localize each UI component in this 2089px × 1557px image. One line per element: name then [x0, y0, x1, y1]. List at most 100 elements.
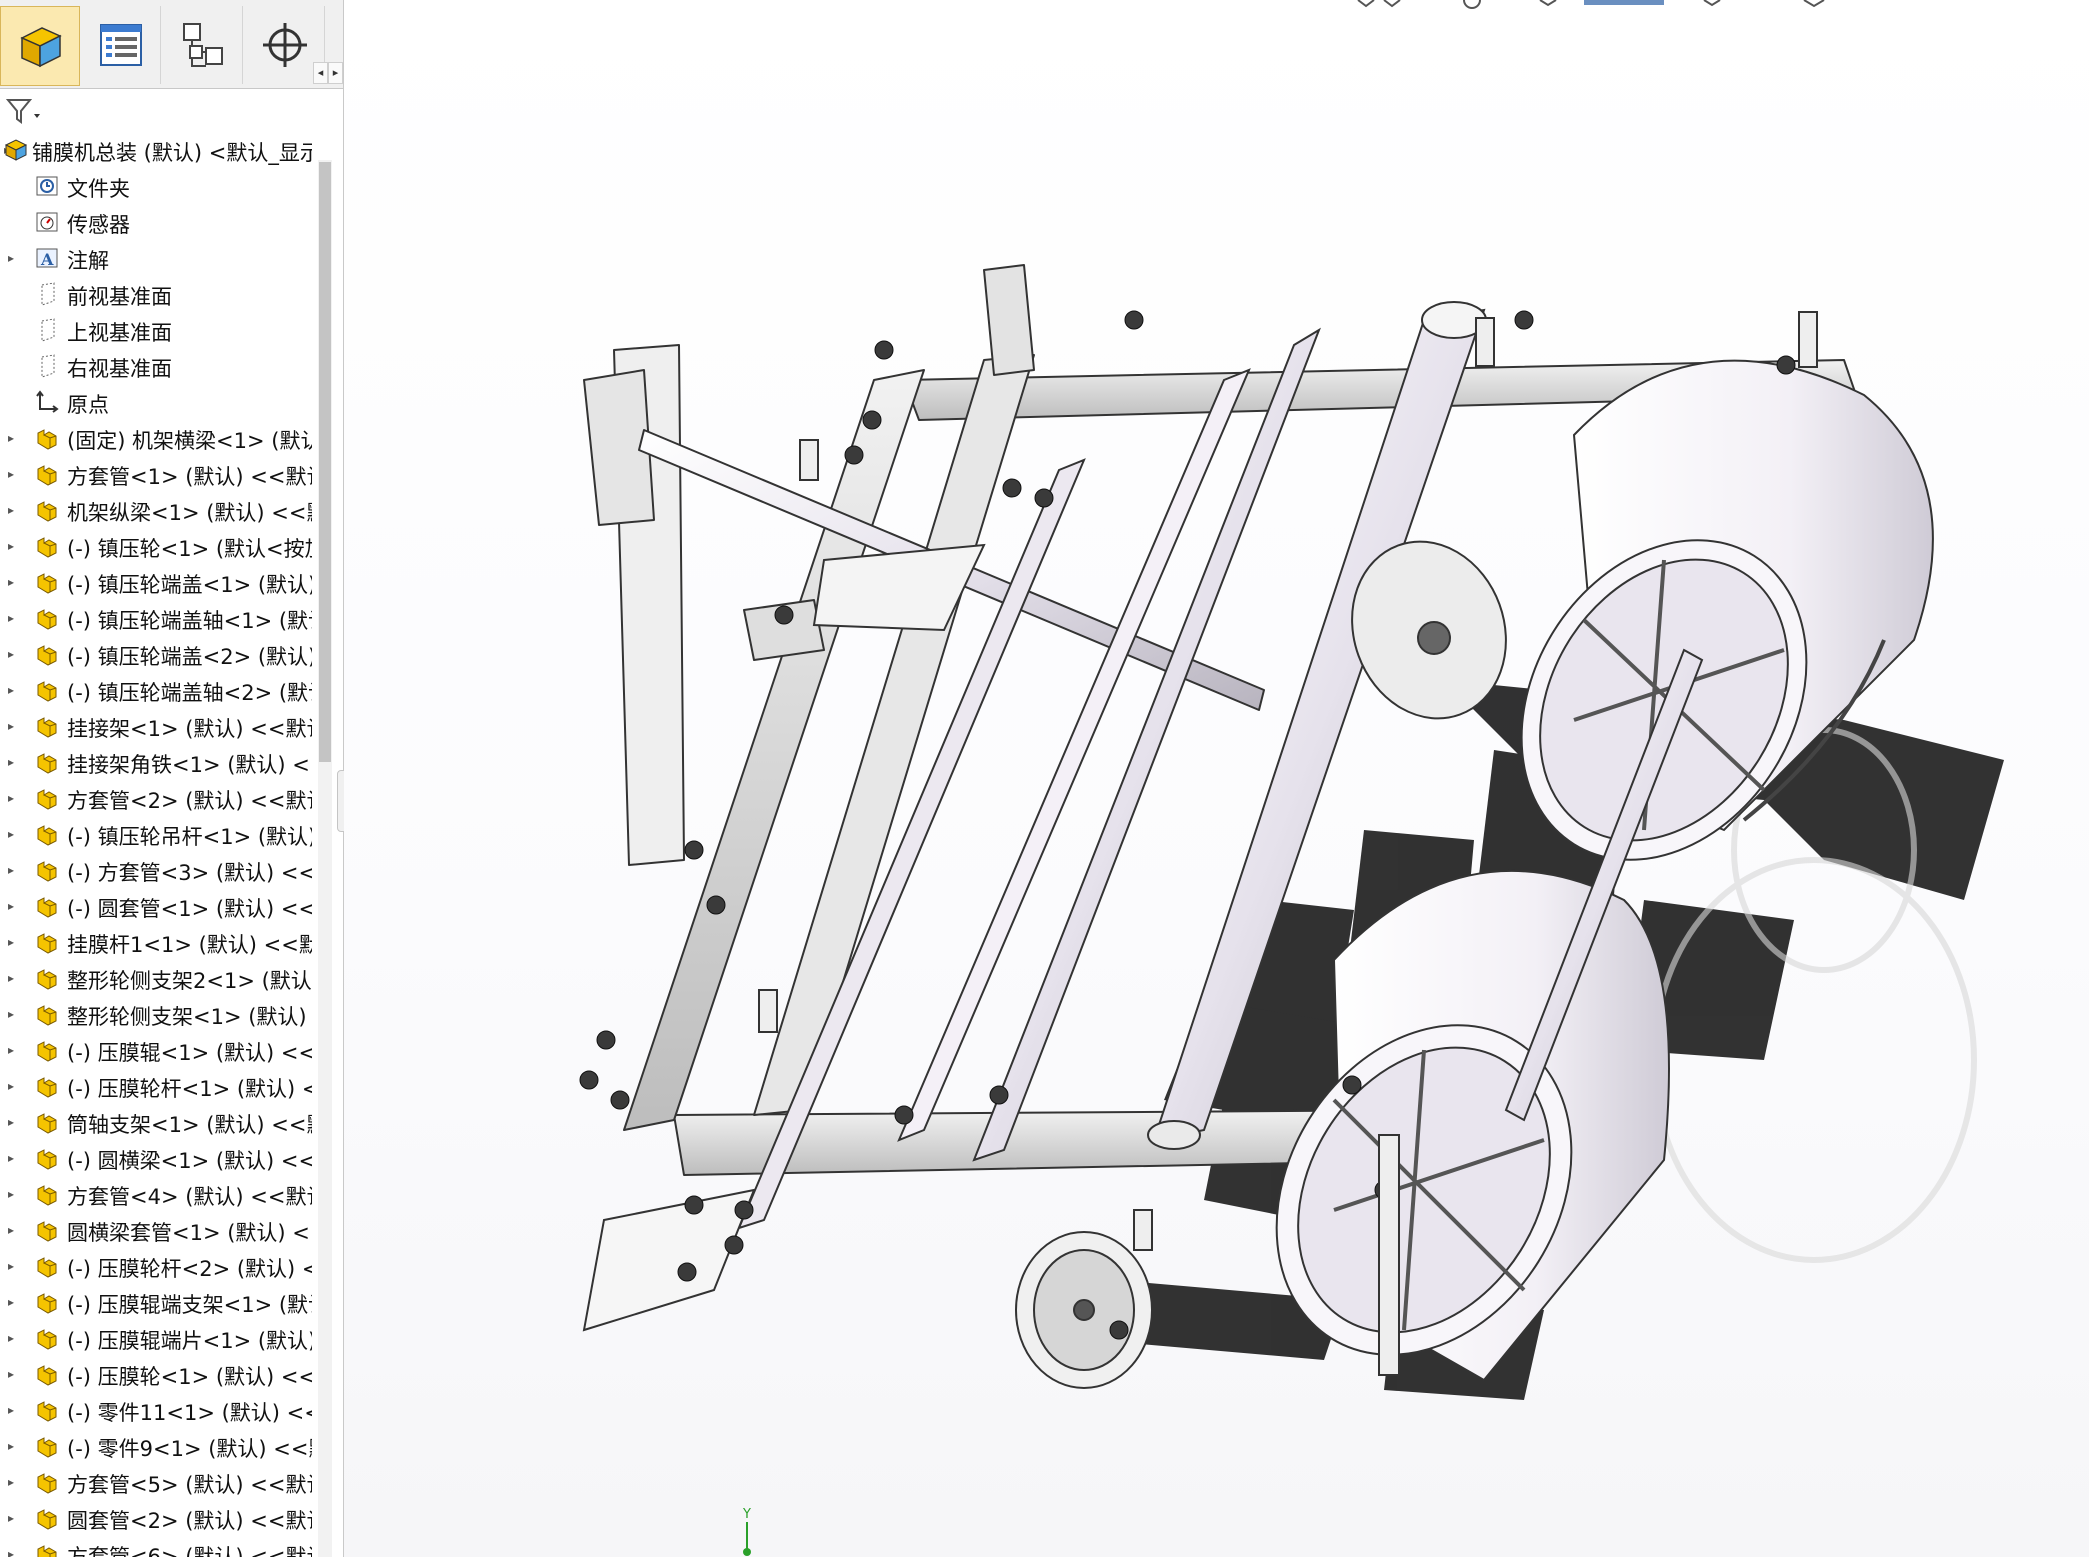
expand-arrow-icon[interactable]: ▸ — [4, 899, 18, 913]
part-icon — [33, 928, 61, 956]
expand-arrow-icon[interactable]: ▸ — [4, 1475, 18, 1489]
expand-arrow-icon[interactable]: ▸ — [4, 251, 18, 265]
expand-arrow-icon[interactable]: ▸ — [4, 719, 18, 733]
tree-item[interactable]: ▸ (-) 镇压轮<1> (默认<按加 — [0, 528, 316, 564]
tab-scroll-left-icon[interactable]: ◂ — [313, 62, 328, 84]
expand-arrow-icon[interactable]: ▸ — [4, 611, 18, 625]
tree-item-label: (-) 圆横梁<1> (默认) <<默 — [67, 1149, 312, 1173]
expand-arrow-icon[interactable]: ▸ — [4, 503, 18, 517]
tree-item[interactable]: ▸ (-) 压膜辊<1> (默认) <<默 — [0, 1032, 316, 1068]
tree-item[interactable]: ▸ (-) 圆套管<1> (默认) <<默 — [0, 888, 316, 924]
tree-item[interactable]: ▸ (-) 镇压轮端盖<1> (默认) — [0, 564, 316, 600]
tree-item-label: (-) 压膜辊端片<1> (默认) — [67, 1329, 312, 1353]
tree-item[interactable]: ▸ 挂接架<1> (默认) <<默认 — [0, 708, 316, 744]
tree-item[interactable]: ▸ (-) 压膜轮<1> (默认) <<默 — [0, 1356, 316, 1392]
tree-item[interactable]: ▸ 方套管<4> (默认) <<默认 — [0, 1176, 316, 1212]
tree-item[interactable]: ▸ (-) 压膜轮杆<2> (默认) < — [0, 1248, 316, 1284]
propertymanager-tab[interactable] — [82, 6, 161, 84]
filter-row — [0, 90, 343, 132]
expand-arrow-icon[interactable]: ▸ — [4, 1007, 18, 1021]
tree-item[interactable]: 文件夹 — [0, 168, 316, 204]
root-assembly-icon — [2, 136, 30, 164]
expand-arrow-icon[interactable]: ▸ — [4, 1115, 18, 1129]
tree-item[interactable]: ▸ 圆横梁套管<1> (默认) << — [0, 1212, 316, 1248]
expand-arrow-icon[interactable]: ▸ — [4, 1295, 18, 1309]
expand-arrow-icon[interactable]: ▸ — [4, 1331, 18, 1345]
tree-item[interactable]: 右视基准面 — [0, 348, 316, 384]
tree-root-assembly[interactable]: ▸铺膜机总装 (默认) <默认_显示 — [0, 132, 316, 168]
expand-arrow-icon[interactable]: ▸ — [4, 1043, 18, 1057]
tree-item[interactable]: ▸ (-) 压膜辊端片<1> (默认) — [0, 1320, 316, 1356]
tree-item[interactable]: ▸ (-) 镇压轮端盖<2> (默认) — [0, 636, 316, 672]
tree-item[interactable]: ▸ 方套管<5> (默认) <<默认 — [0, 1464, 316, 1500]
expand-arrow-icon[interactable]: ▸ — [4, 1223, 18, 1237]
tree-item[interactable]: ▸ 挂接架角铁<1> (默认) << — [0, 744, 316, 780]
tree-item[interactable]: ▸ 圆套管<2> (默认) <<默认 — [0, 1500, 316, 1536]
expand-arrow-icon[interactable]: ▸ — [4, 1367, 18, 1381]
expand-arrow-icon[interactable]: ▸ — [4, 1403, 18, 1417]
tree-item[interactable]: ▸ (-) 压膜轮杆<1> (默认) < — [0, 1068, 316, 1104]
part-icon — [33, 424, 61, 452]
tab-scroll-right-icon[interactable]: ▸ — [328, 62, 343, 84]
property-list-icon — [100, 24, 142, 66]
expand-arrow-icon[interactable]: ▸ — [4, 1439, 18, 1453]
featuremanager-tab[interactable] — [0, 6, 80, 86]
tree-item[interactable]: ▸ (固定) 机架横梁<1> (默认 — [0, 420, 316, 456]
expand-arrow-icon[interactable]: ▸ — [4, 935, 18, 949]
tree-scrollbar-thumb[interactable] — [319, 162, 331, 762]
expand-arrow-icon[interactable]: ▸ — [4, 1511, 18, 1525]
tree-item[interactable]: ▸ (-) 零件9<1> (默认) <<默 — [0, 1428, 316, 1464]
svg-text:A: A — [40, 250, 54, 269]
tree-item[interactable]: ▸ 机架纵梁<1> (默认) <<默 — [0, 492, 316, 528]
tree-item[interactable]: 传感器 — [0, 204, 316, 240]
tree-item-label: 铺膜机总装 (默认) <默认_显示 — [32, 141, 312, 165]
expand-arrow-icon[interactable]: ▸ — [4, 755, 18, 769]
tree-item-label: 机架纵梁<1> (默认) <<默 — [67, 501, 312, 525]
part-icon — [33, 1180, 61, 1208]
assembly-model-view[interactable] — [344, 0, 2089, 1557]
tree-item-label: 方套管<1> (默认) <<默认 — [67, 465, 312, 489]
tree-item-label: 方套管<4> (默认) <<默认 — [67, 1185, 312, 1209]
expand-arrow-icon[interactable]: ▸ — [4, 791, 18, 805]
tree-item[interactable]: ▸ (-) 圆横梁<1> (默认) <<默 — [0, 1140, 316, 1176]
expand-arrow-icon[interactable]: ▸ — [4, 863, 18, 877]
tree-item[interactable]: ▸ (-) 镇压轮端盖轴<2> (默认 — [0, 672, 316, 708]
part-icon — [33, 712, 61, 740]
tree-item[interactable]: ▸ (-) 方套管<3> (默认) <<默 — [0, 852, 316, 888]
tree-item[interactable]: ▸ 方套管<6> (默认) <<默认 — [0, 1536, 316, 1557]
tree-item[interactable]: ▸ (-) 镇压轮吊杆<1> (默认) — [0, 816, 316, 852]
expand-arrow-icon[interactable]: ▸ — [4, 1259, 18, 1273]
expand-arrow-icon[interactable]: ▸ — [4, 539, 18, 553]
graphics-area[interactable]: Y — [344, 0, 2089, 1557]
tree-item[interactable]: ▸ 方套管<2> (默认) <<默认 — [0, 780, 316, 816]
tree-item[interactable]: ▸ (-) 压膜辊端支架<1> (默认 — [0, 1284, 316, 1320]
expand-arrow-icon[interactable]: ▸ — [4, 971, 18, 985]
tree-item[interactable]: 原点 — [0, 384, 316, 420]
tree-item[interactable]: ▸ 整形轮侧支架<1> (默认) < — [0, 996, 316, 1032]
expand-arrow-icon[interactable]: ▸ — [4, 1187, 18, 1201]
part-icon — [33, 1396, 61, 1424]
tree-item[interactable]: ▸ 挂膜杆1<1> (默认) <<默认 — [0, 924, 316, 960]
tree-item[interactable]: 上视基准面 — [0, 312, 316, 348]
funnel-filter-icon[interactable] — [6, 96, 42, 126]
expand-arrow-icon[interactable]: ▸ — [4, 575, 18, 589]
expand-arrow-icon[interactable]: ▸ — [4, 1151, 18, 1165]
tree-item[interactable]: ▸ 筒轴支架<1> (默认) <<默 — [0, 1104, 316, 1140]
tree-item[interactable]: ▸ A 注解 — [0, 240, 316, 276]
coordinate-triad: Y — [742, 1507, 751, 1556]
expand-arrow-icon[interactable]: ▸ — [4, 647, 18, 661]
configurationmanager-tab[interactable] — [164, 6, 243, 84]
tree-item[interactable]: ▸ 方套管<1> (默认) <<默认 — [0, 456, 316, 492]
expand-arrow-icon[interactable]: ▸ — [4, 431, 18, 445]
tree-item[interactable]: 前视基准面 — [0, 276, 316, 312]
expand-arrow-icon[interactable]: ▸ — [4, 1547, 18, 1557]
tree-item[interactable]: ▸ 整形轮侧支架2<1> (默认) — [0, 960, 316, 996]
tree-item[interactable]: ▸ (-) 镇压轮端盖轴<1> (默认 — [0, 600, 316, 636]
tree-item[interactable]: ▸ (-) 零件11<1> (默认) <<默 — [0, 1392, 316, 1428]
expand-arrow-icon[interactable]: ▸ — [4, 467, 18, 481]
expand-arrow-icon[interactable]: ▸ — [4, 1079, 18, 1093]
tree-item-label: (-) 镇压轮吊杆<1> (默认) — [67, 825, 312, 849]
expand-arrow-icon[interactable]: ▸ — [4, 827, 18, 841]
expand-arrow-icon[interactable]: ▸ — [4, 683, 18, 697]
part-icon — [33, 1324, 61, 1352]
